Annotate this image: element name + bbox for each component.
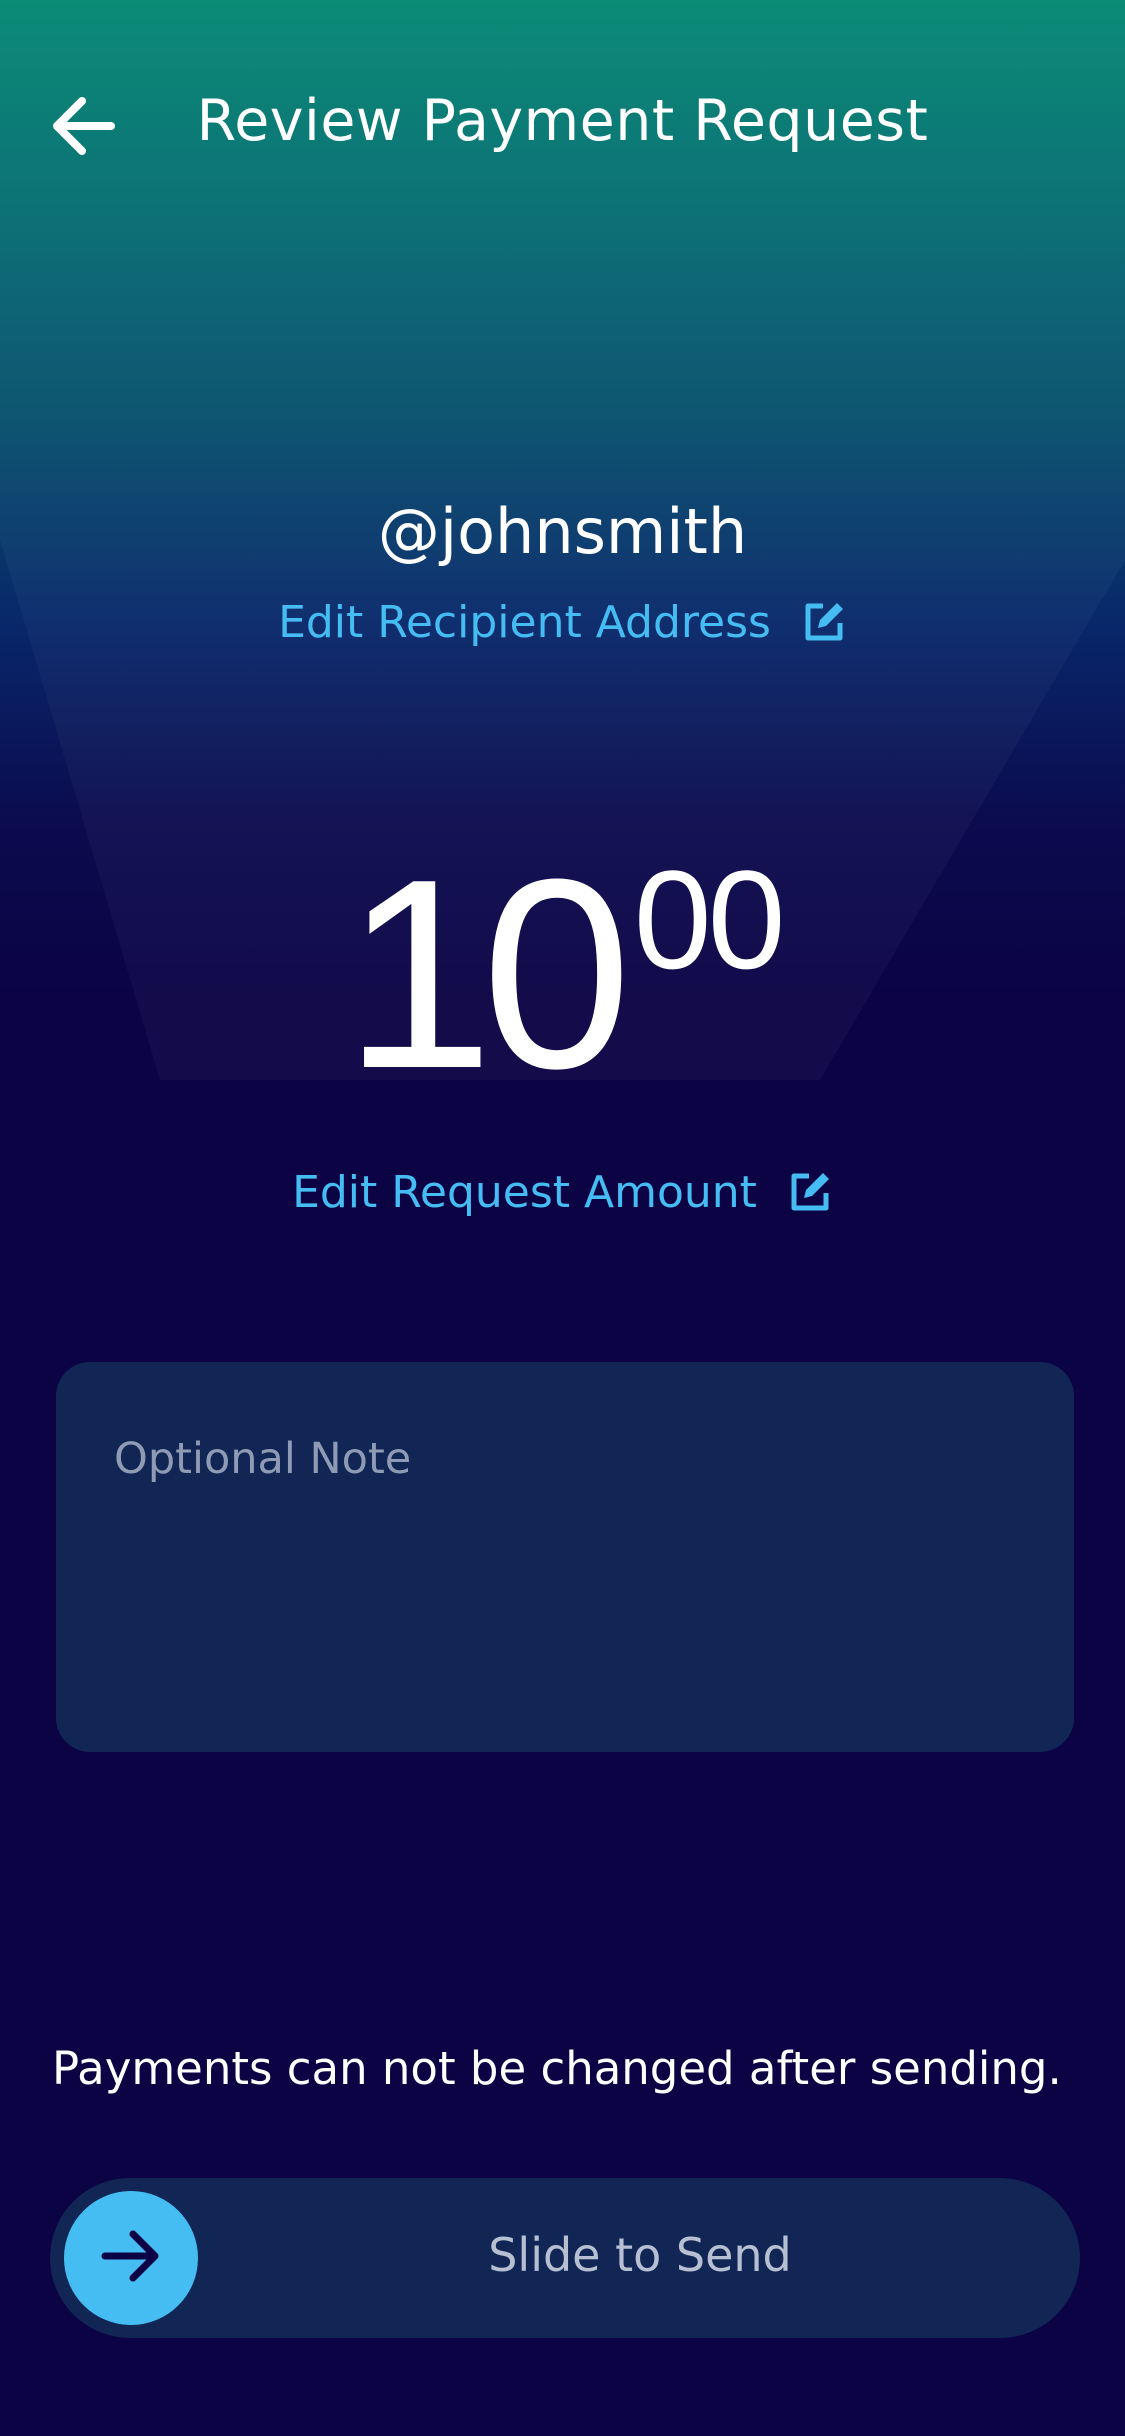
edit-request-amount-link[interactable]: Edit Request Amount xyxy=(0,1162,1125,1222)
edit-recipient-label: Edit Recipient Address xyxy=(278,596,771,648)
slider-handle[interactable] xyxy=(64,2191,198,2325)
edit-recipient-address-link[interactable]: Edit Recipient Address xyxy=(0,592,1125,652)
amount-cents: 00 xyxy=(633,841,786,998)
header: Review Payment Request xyxy=(0,60,1125,190)
edit-amount-label: Edit Request Amount xyxy=(292,1166,757,1218)
payment-warning-text: Payments can not be changed after sendin… xyxy=(52,2042,1062,2095)
amount-whole: 10 xyxy=(343,824,631,1125)
edit-icon xyxy=(787,1169,833,1215)
back-button[interactable] xyxy=(36,80,132,176)
recipient-handle: @johnsmith xyxy=(377,495,748,568)
page-title: Review Payment Request xyxy=(196,88,929,154)
note-input[interactable] xyxy=(114,1434,1014,1714)
arrow-left-icon xyxy=(49,91,119,165)
slide-to-send-control[interactable]: Slide to Send xyxy=(50,2178,1080,2338)
request-amount: 10 00 xyxy=(0,840,1125,1110)
edit-icon xyxy=(801,599,847,645)
optional-note-field[interactable] xyxy=(56,1362,1074,1752)
arrow-right-icon xyxy=(99,2224,163,2292)
slider-label: Slide to Send xyxy=(488,2228,792,2282)
